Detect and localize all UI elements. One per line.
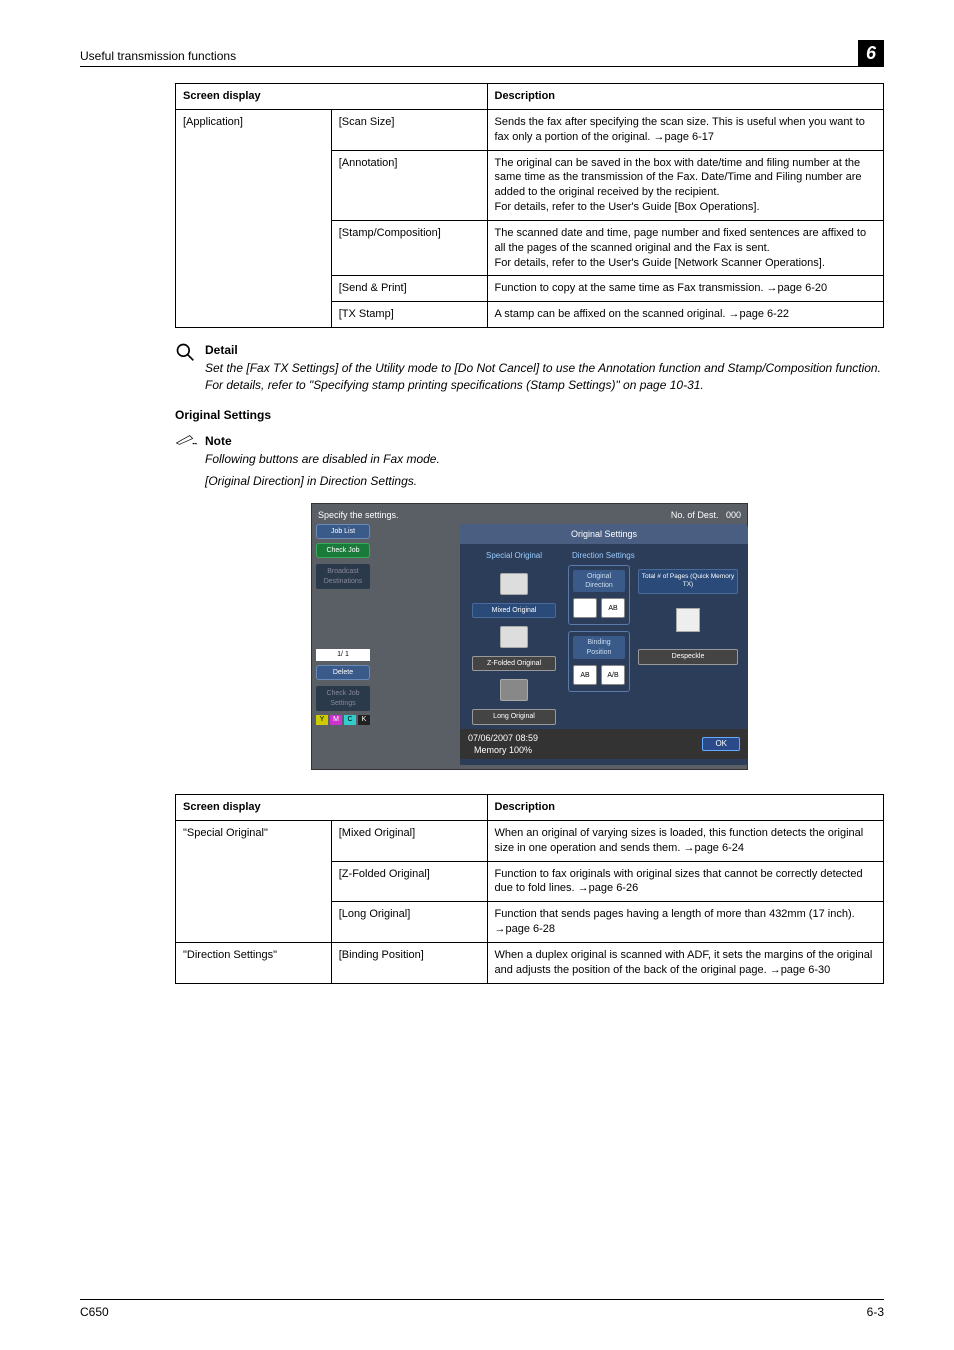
cell-desc: Function to copy at the same time as Fax… [487,276,884,302]
chapter-number: 6 [858,40,884,66]
cell-label: [TX Stamp] [331,302,487,328]
long-original-button[interactable]: Long Original [472,709,556,724]
job-list-tab[interactable]: Job List [316,524,370,539]
dir-icon [573,598,597,618]
cell-label: [Mixed Original] [331,820,487,861]
delete-button[interactable]: Delete [316,665,370,680]
cell-label: [Z-Folded Original] [331,861,487,902]
total-pages-button[interactable]: Total # of Pages (Quick Memory TX) [638,569,738,595]
note-title: Note [205,433,884,449]
cell-desc: A stamp can be affixed on the scanned or… [487,302,884,328]
group-special: "Special Original" [176,820,332,942]
zfold-icon [500,626,528,648]
footer-right: 6-3 [867,1304,884,1320]
ss-datetime: 07/06/2007 08:59 [468,733,538,743]
page-footer: C650 6-3 [80,1299,884,1320]
table-row: [Application] [Scan Size] Sends the fax … [176,109,884,150]
cell-desc: When a duplex original is scanned with A… [487,943,884,984]
col-description: Description [487,84,884,110]
table-row: "Direction Settings" [Binding Position] … [176,943,884,984]
cell-desc: Sends the fax after specifying the scan … [487,109,884,150]
direction-settings-label: Direction Settings [568,548,738,565]
bind-icon: AB [573,665,597,685]
table-row: "Special Original" [Mixed Original] When… [176,820,884,861]
cell-desc: Function that sends pages having a lengt… [487,902,884,943]
mixed-icon [500,573,528,595]
cell-label: [Stamp/Composition] [331,220,487,276]
col-screen-display: Screen display [176,795,488,821]
note-line: [Original Direction] in Direction Settin… [205,473,884,489]
long-icon [500,679,528,701]
original-direction-box[interactable]: Original Direction AB [568,565,630,626]
group-direction: "Direction Settings" [176,943,332,984]
cell-label: [Annotation] [331,150,487,220]
ok-button[interactable]: OK [702,737,740,752]
page-header: Useful transmission functions 6 [80,40,884,67]
application-table: Screen display Description [Application]… [175,83,884,328]
footer-left: C650 [80,1304,109,1320]
col-screen-display: Screen display [176,84,488,110]
pencil-icon [175,433,205,451]
device-screenshot: Specify the settings. No. of Dest. 000 J… [311,503,748,770]
despeckle-icon [676,608,700,632]
despeckle-button[interactable]: Despeckle [638,649,738,664]
cell-desc: When an original of varying sizes is loa… [487,820,884,861]
detail-title: Detail [205,342,884,358]
broadcast-label: Broadcast Destinations [316,564,370,589]
ss-no-of: No. of Dest. [671,510,719,520]
bind-icon: A/B [601,665,625,685]
magnifier-icon [175,342,205,366]
cell-label: [Binding Position] [331,943,487,984]
dir-icon: AB [601,598,625,618]
check-job-tab[interactable]: Check Job [316,543,370,558]
ss-no-of-val: 000 [726,510,741,520]
note-line: Following buttons are disabled in Fax mo… [205,451,884,467]
original-settings-table: Screen display Description "Special Orig… [175,794,884,984]
check-settings[interactable]: Check Job Settings [316,686,370,711]
binding-position-box[interactable]: Binding Position ABA/B [568,631,630,692]
cell-label: [Scan Size] [331,109,487,150]
ss-memory: Memory 100% [474,745,532,755]
panel-title: Original Settings [460,524,748,544]
cell-label: [Long Original] [331,902,487,943]
section-original-settings: Original Settings [175,407,884,423]
cell-desc: Function to fax originals with original … [487,861,884,902]
special-original-label: Special Original [486,548,542,565]
mixed-original-button[interactable]: Mixed Original [472,603,556,618]
page-indicator: 1/ 1 [316,649,370,660]
cell-desc: The original can be saved in the box wit… [487,150,884,220]
group-application: [Application] [176,109,332,327]
cell-label: [Send & Print] [331,276,487,302]
detail-block: Detail Set the [Fax TX Settings] of the … [205,342,884,393]
header-title: Useful transmission functions [80,48,236,64]
zfold-button[interactable]: Z-Folded Original [472,656,556,671]
col-description: Description [487,795,884,821]
toner-levels: Y M C K [316,711,370,725]
ss-specify: Specify the settings. [318,509,399,521]
cell-desc: The scanned date and time, page number a… [487,220,884,276]
note-block: Note Following buttons are disabled in F… [205,433,884,490]
detail-body: Set the [Fax TX Settings] of the Utility… [205,360,884,392]
